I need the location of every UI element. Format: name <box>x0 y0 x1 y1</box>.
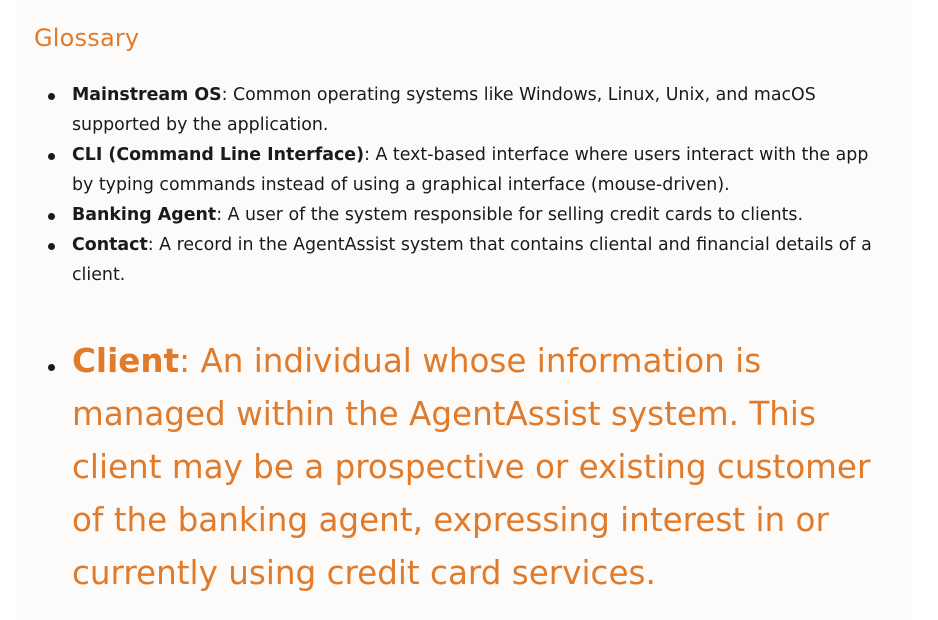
bullet-icon <box>48 243 55 250</box>
bullet-icon <box>48 213 55 220</box>
glossary-list: Mainstream OS: Common operating systems … <box>34 80 894 290</box>
glossary-term: Mainstream OS <box>72 85 222 105</box>
glossary-term: CLI (Command Line Interface) <box>72 145 365 165</box>
glossary-term: Client <box>72 342 180 380</box>
glossary-heading: Glossary <box>34 24 140 52</box>
glossary-item-banking-agent: Banking Agent: A user of the system resp… <box>34 200 894 230</box>
bullet-icon <box>48 153 55 160</box>
glossary-term: Contact <box>72 235 148 255</box>
glossary-definition: : An individual whose information is man… <box>72 342 871 592</box>
glossary-definition: : A record in the AgentAssist system tha… <box>72 235 872 285</box>
glossary-item-contact: Contact: A record in the AgentAssist sys… <box>34 230 894 290</box>
glossary-item-mainstream-os: Mainstream OS: Common operating systems … <box>34 80 894 140</box>
highlighted-glossary-list: Client: An individual whose information … <box>34 335 894 600</box>
bullet-icon <box>48 364 55 371</box>
glossary-item-cli: CLI (Command Line Interface): A text-bas… <box>34 140 894 200</box>
bullet-icon <box>48 93 55 100</box>
glossary-term: Banking Agent <box>72 205 217 225</box>
glossary-definition: : A user of the system responsible for s… <box>216 205 803 225</box>
glossary-item-client: Client: An individual whose information … <box>34 335 894 600</box>
